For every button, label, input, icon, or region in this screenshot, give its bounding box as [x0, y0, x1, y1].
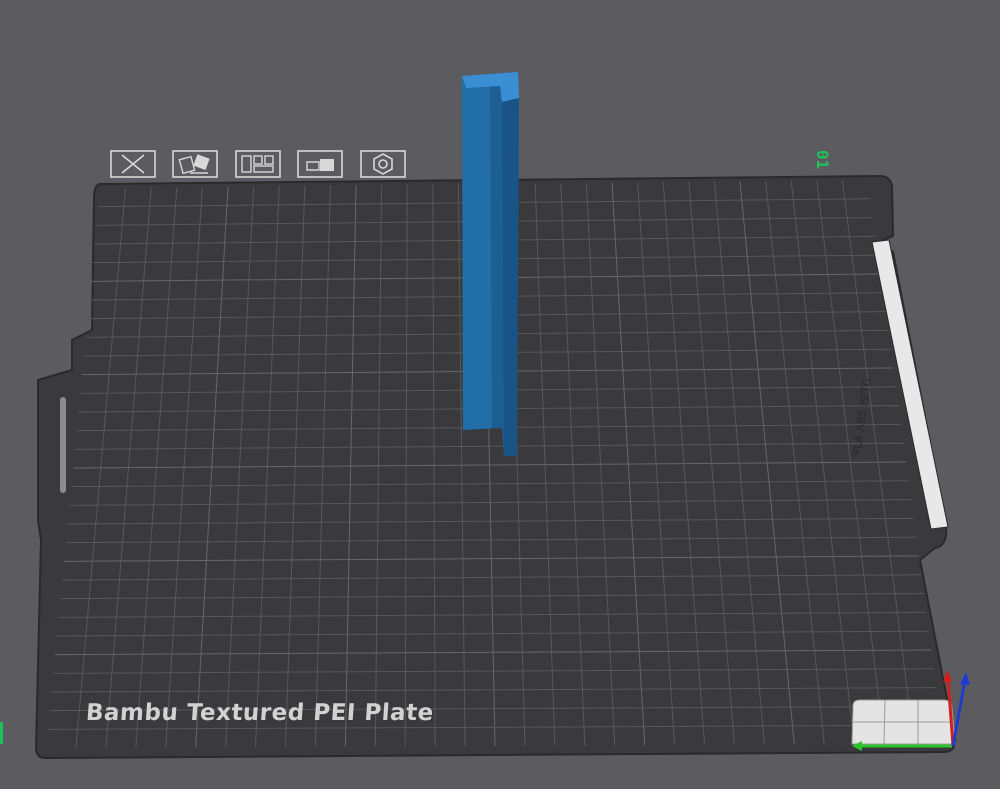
axis-marker [0, 722, 3, 744]
arrange-button[interactable] [235, 150, 281, 178]
lock-plate-button[interactable] [297, 150, 343, 178]
delete-plate-button[interactable] [110, 150, 156, 178]
plate-settings-button[interactable] [360, 150, 406, 178]
orient-icon [172, 150, 218, 178]
plate-title: Bambu Textured PEI Plate [85, 700, 435, 726]
close-icon [110, 150, 156, 178]
plate-handle [60, 397, 66, 493]
lock-icon [297, 150, 343, 178]
model-object[interactable] [462, 72, 519, 456]
3d-viewport[interactable] [0, 0, 1000, 789]
gear-icon [360, 150, 406, 178]
view-cube[interactable] [851, 699, 956, 745]
plate-number: 01 [813, 149, 833, 170]
arrange-icon [235, 150, 281, 178]
auto-orient-button[interactable] [172, 150, 218, 178]
